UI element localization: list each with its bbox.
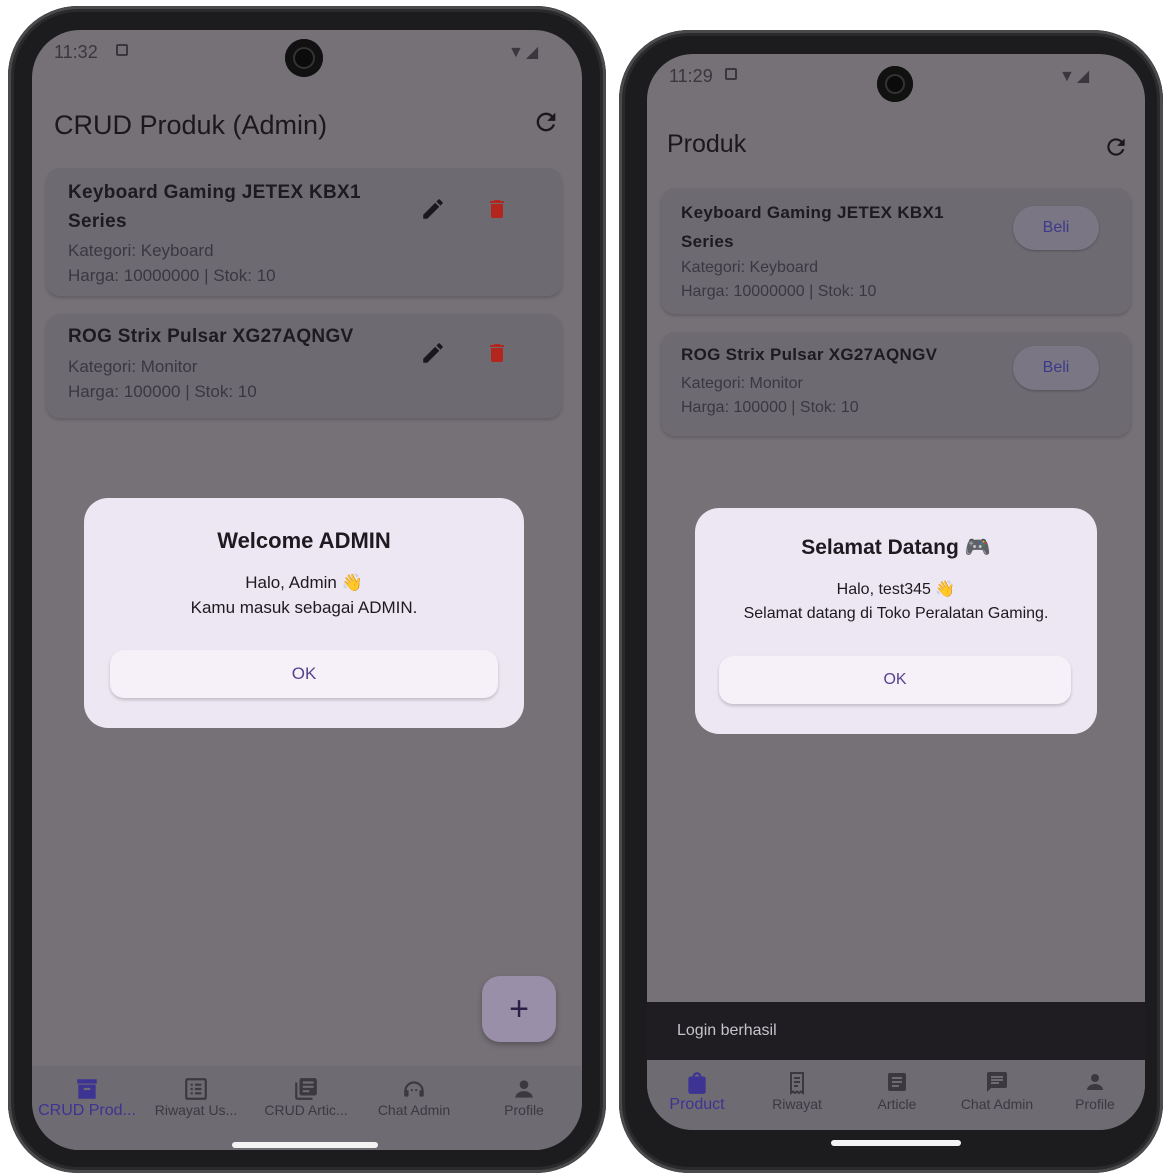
front-camera [877,66,913,102]
product-card: ROG Strix Pulsar XG27AQNGV Kategori: Mon… [661,332,1131,436]
sim-icon [725,68,737,80]
dialog-ok-button[interactable]: OK [110,650,498,698]
refresh-icon[interactable] [1103,134,1129,167]
sim-icon [116,44,128,56]
product-meta: Kategori: Monitor Harga: 100000 | Stok: … [681,372,859,420]
edit-icon[interactable] [418,338,448,368]
person-icon [1083,1070,1107,1099]
product-price-stock: Harga: 100000 | Stok: 10 [681,399,859,416]
status-time: 11:32 [54,42,98,62]
product-name: Keyboard Gaming JETEX KBX1 Series [68,182,361,232]
left-phone-frame: 11:32 ▼◢ CRUD Produk (Admin) Keyboard Ga… [8,6,606,1173]
snackbar-message: Login berhasil [677,1022,777,1039]
product-meta: Kategori: Keyboard Harga: 10000000 | Sto… [68,238,276,288]
article-icon [885,1070,909,1099]
nav-item-crud-article[interactable]: CRUD Artic... [254,1066,358,1136]
dialog-title: Selamat Datang 🎮 [801,536,991,559]
product-category: Kategori: Keyboard [681,259,818,276]
page-title: CRUD Produk (Admin) [54,110,328,140]
app-bar: CRUD Produk (Admin) [32,96,582,152]
welcome-dialog: Welcome ADMIN Halo, Admin 👋 Kamu masuk s… [84,498,524,728]
buy-button[interactable]: Beli [1013,346,1099,390]
edit-icon[interactable] [418,194,448,224]
product-price-stock: Harga: 100000 | Stok: 10 [68,382,257,401]
product-meta: Kategori: Monitor Harga: 100000 | Stok: … [68,354,257,404]
product-card: Keyboard Gaming JETEX KBX1 Series Katego… [46,168,562,296]
app-bar: Produk [647,124,1145,180]
add-product-button[interactable]: + [482,976,556,1042]
product-card: Keyboard Gaming JETEX KBX1 Series Katego… [661,188,1131,314]
product-price-stock: Harga: 10000000 | Stok: 10 [681,283,877,300]
right-phone-frame: 11:29 ▼◢ Produk Keyboard Gaming JETEX KB… [619,30,1163,1173]
front-camera [285,39,323,77]
snackbar: Login berhasil [647,1002,1145,1060]
bottom-navigation: CRUD Prod... Riwayat Us... CRUD Artic...… [32,1066,582,1150]
home-indicator[interactable] [232,1142,378,1148]
nav-item-profile[interactable]: Profile [1045,1060,1145,1130]
welcome-dialog: Selamat Datang 🎮 Halo, test345 👋 Selamat… [695,508,1097,734]
status-time: 11:29 [669,66,713,86]
nav-item-chat-admin[interactable]: Chat Admin [947,1060,1047,1130]
dialog-message: Halo, test345 👋 Selamat datang di Toko P… [743,581,1049,622]
chat-icon [984,1070,1010,1099]
product-meta: Kategori: Keyboard Harga: 10000000 | Sto… [681,256,876,304]
delete-icon[interactable] [482,338,512,368]
product-name: ROG Strix Pulsar XG27AQNGV [681,345,938,364]
nav-item-crud-produk[interactable]: CRUD Prod... [32,1066,142,1136]
product-category: Kategori: Monitor [68,357,198,376]
nav-item-product[interactable]: Product [647,1060,747,1130]
wifi-signal-icon: ▼◢ [508,44,541,61]
nav-item-chat-admin[interactable]: Chat Admin [364,1066,464,1136]
delete-icon[interactable] [482,194,512,224]
product-price-stock: Harga: 10000000 | Stok: 10 [68,266,276,285]
right-screen: 11:29 ▼◢ Produk Keyboard Gaming JETEX KB… [647,54,1145,1130]
product-category: Kategori: Monitor [681,375,803,392]
bottom-navigation: Product Riwayat Article Chat Admin Profi… [647,1060,1145,1130]
dialog-title: Welcome ADMIN [217,528,391,553]
left-screen: 11:32 ▼◢ CRUD Produk (Admin) Keyboard Ga… [32,30,582,1150]
home-indicator[interactable] [831,1140,961,1146]
product-name: ROG Strix Pulsar XG27AQNGV [68,326,354,347]
nav-item-riwayat[interactable]: Riwayat [747,1060,847,1130]
product-name: Keyboard Gaming JETEX KBX1 Series [681,203,944,251]
page-title: Produk [667,130,747,158]
refresh-icon[interactable] [532,108,560,143]
buy-button[interactable]: Beli [1013,206,1099,250]
product-category: Kategori: Keyboard [68,241,214,260]
dialog-ok-button[interactable]: OK [719,656,1071,704]
nav-item-article[interactable]: Article [847,1060,947,1130]
nav-item-riwayat-user[interactable]: Riwayat Us... [144,1066,248,1136]
product-card: ROG Strix Pulsar XG27AQNGV Kategori: Mon… [46,314,562,418]
dialog-message: Halo, Admin 👋 Kamu masuk sebagai ADMIN. [190,573,418,617]
wifi-signal-icon: ▼◢ [1059,68,1092,85]
nav-item-profile[interactable]: Profile [472,1066,576,1136]
